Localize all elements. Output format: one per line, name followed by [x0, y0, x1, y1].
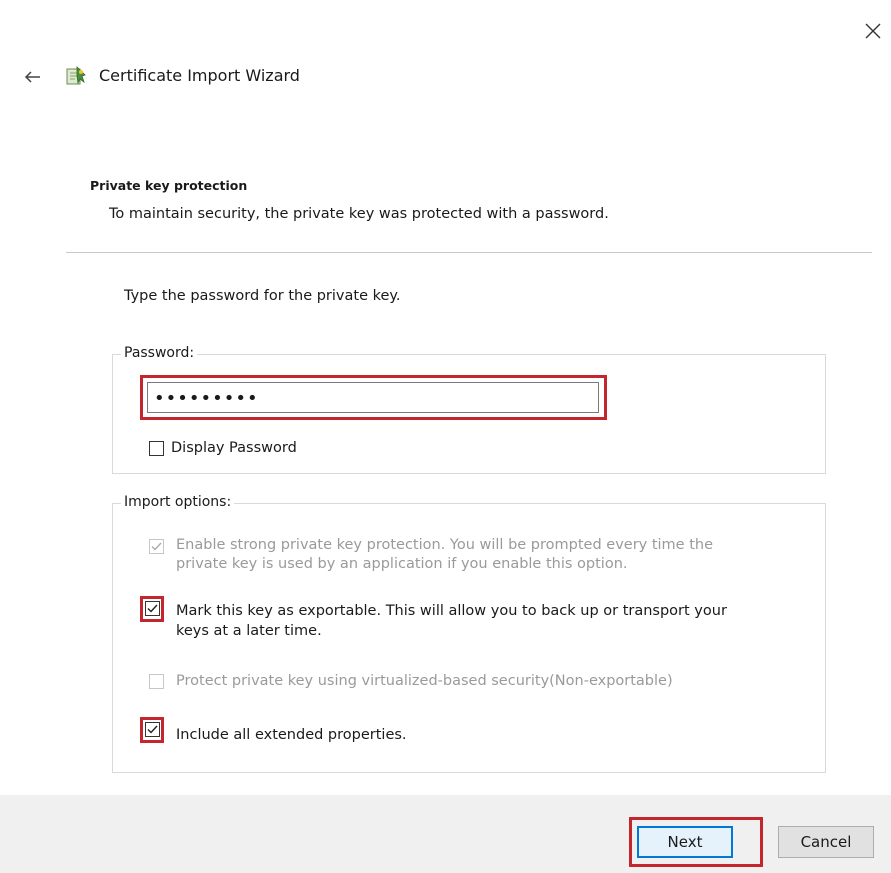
back-button[interactable] [22, 66, 44, 88]
import-options-legend: Import options: [121, 494, 235, 510]
certificate-icon [64, 64, 88, 88]
section-heading: Private key protection [90, 178, 248, 193]
close-icon [865, 23, 881, 39]
divider [66, 252, 872, 253]
back-arrow-icon [24, 71, 40, 83]
vbs-protection-label: Protect private key using virtualized-ba… [176, 673, 673, 689]
section-description: To maintain security, the private key wa… [109, 206, 609, 222]
exportable-label-line1: Mark this key as exportable. This will a… [176, 603, 727, 619]
strong-protection-label-line1: Enable strong private key protection. Yo… [176, 537, 714, 553]
strong-protection-checkbox [149, 539, 164, 554]
password-legend: Password: [121, 345, 198, 361]
next-highlight [629, 817, 763, 867]
window-title: Certificate Import Wizard [99, 66, 300, 85]
extended-properties-label: Include all extended properties. [176, 727, 407, 743]
exportable-highlight [140, 596, 164, 622]
check-icon [151, 542, 162, 551]
close-button[interactable] [858, 16, 888, 46]
display-password-checkbox[interactable] [149, 441, 164, 456]
strong-protection-label-line2: private key is used by an application if… [176, 556, 628, 572]
vbs-protection-checkbox [149, 674, 164, 689]
cancel-button[interactable]: Cancel [778, 826, 874, 858]
display-password-label: Display Password [171, 440, 297, 456]
exportable-label-line2: keys at a later time. [176, 623, 322, 639]
extended-properties-highlight [140, 717, 164, 743]
password-highlight [140, 375, 607, 420]
password-prompt: Type the password for the private key. [124, 288, 401, 304]
